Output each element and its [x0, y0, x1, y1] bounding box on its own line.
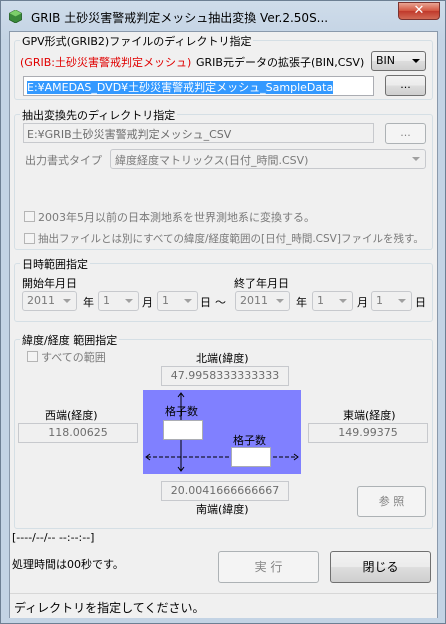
south-value: 20.0041666666667: [170, 484, 280, 497]
end-year-value: 2011: [240, 294, 268, 307]
west-label: 西端(経度): [45, 409, 98, 422]
datum-checkbox[interactable]: [24, 211, 35, 222]
reference-button-label: 参 照: [378, 495, 405, 508]
run-button[interactable]: 実 行: [218, 551, 319, 583]
date-range-tilde: 〜: [215, 296, 226, 309]
dest-browse-button[interactable]: ...: [385, 123, 426, 144]
start-month-select[interactable]: 1: [98, 291, 139, 311]
grid-count-horizontal-input[interactable]: [231, 447, 271, 467]
start-month-unit: 月: [142, 296, 153, 309]
east-input[interactable]: 149.99375: [308, 423, 428, 443]
start-year-select[interactable]: 2011: [22, 291, 77, 311]
end-year-unit: 年: [296, 296, 307, 309]
start-date-label: 開始年月日: [22, 277, 77, 290]
grid-count-label-horizontal: 格子数: [233, 434, 266, 447]
end-day-unit: 日: [415, 296, 426, 309]
end-date-label: 終了年月日: [234, 277, 289, 290]
grid-count-label-vertical: 格子数: [165, 405, 198, 418]
source-browse-button[interactable]: ...: [385, 75, 426, 96]
start-day-unit: 日: [200, 296, 211, 309]
close-button-label: 閉じる: [362, 560, 399, 574]
range-group-label: 緯度/経度 範囲指定: [20, 332, 120, 348]
chevron-down-icon: [339, 299, 347, 303]
app-window: GRIB 土砂災害警戒判定メッシュ抽出変換 Ver.2.50S... ✕ GPV…: [0, 0, 446, 624]
elapsed-time: 処理時間は00秒です。: [12, 558, 124, 571]
status-text: ディレクトリを指定してください。: [14, 601, 205, 615]
window-close-button[interactable]: ✕: [398, 2, 440, 20]
reference-button[interactable]: 参 照: [357, 486, 426, 517]
format-select[interactable]: 緯度経度マトリックス(日付_時間.CSV): [110, 149, 426, 169]
run-button-label: 実 行: [254, 560, 283, 574]
latlon-checkbox[interactable]: [24, 233, 35, 244]
app-icon: [9, 10, 22, 23]
close-button[interactable]: 閉じる: [330, 551, 431, 583]
ext-label: GRIB元データの拡張子(BIN,CSV): [196, 56, 365, 69]
chevron-down-icon: [276, 299, 284, 303]
chevron-down-icon: [412, 157, 420, 161]
grib-note: (GRIB:土砂災害警戒判定メッシュ): [20, 56, 192, 69]
chevron-down-icon: [63, 299, 71, 303]
dest-path-input[interactable]: E:¥GRIB土砂災害警戒判定メッシュ_CSV: [23, 123, 374, 143]
source-path-input[interactable]: E:¥AMEDAS_DVD¥土砂災害警戒判定メッシュ_SampleData: [23, 76, 374, 96]
west-input[interactable]: 118.00625: [18, 423, 138, 443]
east-value: 149.99375: [338, 426, 398, 439]
dest-browse-label: ...: [400, 126, 411, 139]
source-path-value: E:¥AMEDAS_DVD¥土砂災害警戒判定メッシュ_SampleData: [27, 81, 334, 94]
progress-timestamp: [----/--/-- --:--:--]: [12, 531, 95, 544]
ext-select-value: BIN: [376, 54, 396, 67]
start-year-value: 2011: [27, 294, 55, 307]
end-day-select[interactable]: 1: [371, 291, 412, 311]
north-value: 47.9958333333333: [170, 369, 280, 382]
grid-count-vertical-input[interactable]: [163, 420, 203, 440]
close-icon: ✕: [413, 3, 425, 18]
south-input[interactable]: 20.0041666666667: [161, 481, 289, 501]
chevron-down-icon: [398, 299, 406, 303]
source-group-label: GPV形式(GRIB2)ファイルのディレクトリ指定: [20, 33, 254, 49]
end-day-value: 1: [376, 294, 383, 307]
east-label: 東端(経度): [343, 409, 396, 422]
chevron-down-icon: [184, 299, 192, 303]
dest-path-value: E:¥GRIB土砂災害警戒判定メッシュ_CSV: [27, 128, 232, 141]
title-bar[interactable]: GRIB 土砂災害警戒判定メッシュ抽出変換 Ver.2.50S... ✕: [1, 1, 445, 31]
window-title: GRIB 土砂災害警戒判定メッシュ抽出変換 Ver.2.50S...: [31, 11, 329, 25]
end-year-select[interactable]: 2011: [235, 291, 290, 311]
date-group-label: 日時範囲指定: [20, 256, 90, 272]
end-month-value: 1: [317, 294, 324, 307]
all-range-checkbox[interactable]: [27, 351, 38, 362]
client-area: GPV形式(GRIB2)ファイルのディレクトリ指定 (GRIB:土砂災害警戒判定…: [9, 31, 438, 618]
west-value: 118.00625: [48, 426, 108, 439]
start-year-unit: 年: [83, 296, 94, 309]
status-bar: ディレクトリを指定してください。: [10, 593, 437, 618]
north-input[interactable]: 47.9958333333333: [161, 366, 289, 386]
dest-group-label: 抽出変換先のディレクトリ指定: [20, 107, 178, 123]
start-day-value: 1: [162, 294, 169, 307]
south-label: 南端(緯度): [196, 503, 249, 516]
source-browse-label: ...: [400, 78, 411, 91]
datum-checkbox-label: 2003年5月以前の日本測地系を世界測地系に変換する。: [38, 211, 315, 224]
chevron-down-icon: [412, 59, 420, 63]
start-month-value: 1: [103, 294, 110, 307]
start-day-select[interactable]: 1: [157, 291, 198, 311]
format-label: 出力書式タイプ: [25, 154, 102, 167]
all-range-label: すべての範囲: [41, 351, 106, 364]
chevron-down-icon: [125, 299, 133, 303]
format-select-value: 緯度経度マトリックス(日付_時間.CSV): [115, 154, 309, 167]
ext-select[interactable]: BIN: [371, 51, 426, 71]
latlon-checkbox-label: 抽出ファイルとは別にすべての緯度/経度範囲の[日付_時間.CSV]ファイルを残す…: [38, 233, 424, 245]
end-month-unit: 月: [357, 296, 368, 309]
end-month-select[interactable]: 1: [312, 291, 353, 311]
north-label: 北端(緯度): [196, 352, 249, 365]
